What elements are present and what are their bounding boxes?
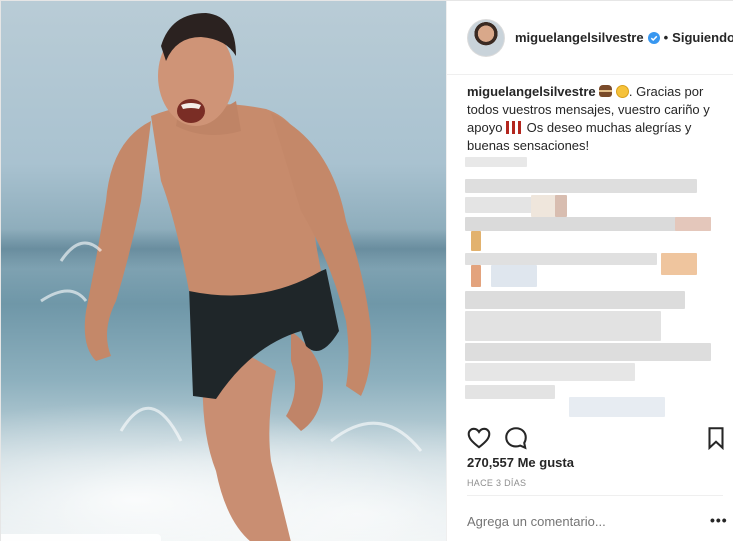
follow-separator: • bbox=[663, 30, 669, 45]
instagram-post: miguelangelsilvestre • Siguiendo miguela… bbox=[0, 0, 733, 541]
post-header: miguelangelsilvestre • Siguiendo bbox=[447, 1, 733, 75]
add-comment-input[interactable] bbox=[467, 506, 703, 536]
post-time-ago[interactable]: HACE 3 DÍAS bbox=[467, 478, 526, 488]
more-options-button[interactable]: ••• bbox=[710, 512, 728, 528]
heart-icon[interactable] bbox=[466, 425, 492, 451]
verified-badge-icon bbox=[647, 31, 660, 44]
speech-bubble-icon[interactable] bbox=[503, 425, 529, 451]
post-caption: miguelangelsilvestre . Gracias por todos… bbox=[467, 83, 722, 155]
likes-count[interactable]: 270,557 Me gusta bbox=[467, 455, 574, 470]
smile-emoji-icon bbox=[615, 85, 629, 98]
bookmark-icon[interactable] bbox=[703, 425, 729, 451]
photo-tag-strip bbox=[1, 534, 161, 541]
man-running-figure bbox=[40, 13, 423, 541]
caption-username[interactable]: miguelangelsilvestre bbox=[467, 84, 596, 99]
following-button[interactable]: Siguiendo bbox=[672, 30, 733, 45]
comment-divider bbox=[467, 495, 723, 496]
post-sidebar: miguelangelsilvestre • Siguiendo miguela… bbox=[446, 1, 733, 541]
post-photo[interactable] bbox=[1, 1, 446, 541]
cake-emoji-icon bbox=[599, 85, 613, 97]
header-username[interactable]: miguelangelsilvestre bbox=[515, 30, 644, 45]
post-actions bbox=[447, 419, 733, 459]
bars-emoji-icon bbox=[506, 121, 524, 134]
header-user-row: miguelangelsilvestre • Siguiendo bbox=[515, 30, 733, 45]
profile-avatar[interactable] bbox=[467, 18, 505, 57]
